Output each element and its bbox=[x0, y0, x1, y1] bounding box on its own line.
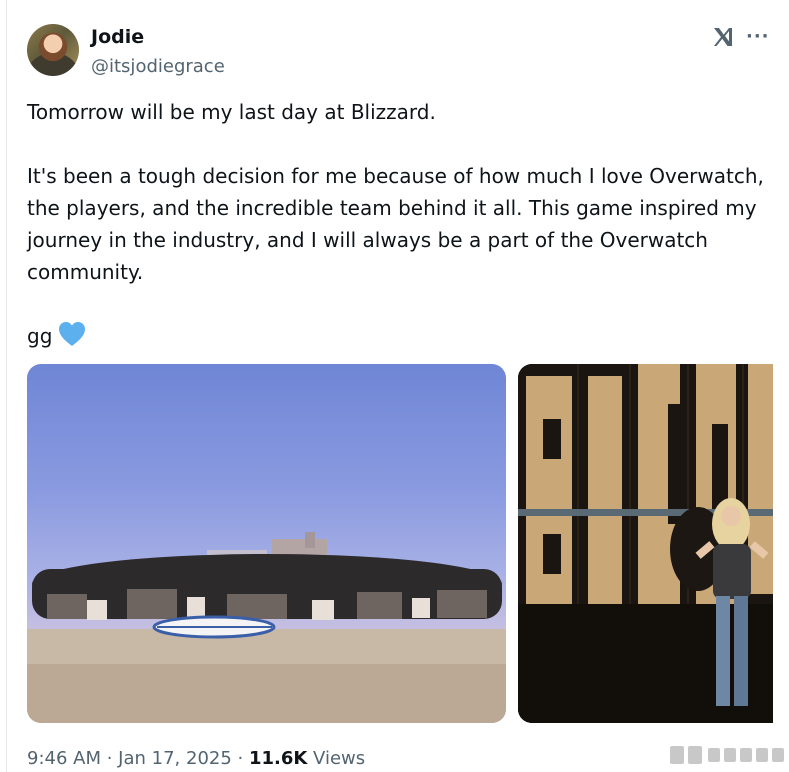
avatar[interactable] bbox=[27, 24, 79, 76]
blue-heart-icon bbox=[59, 322, 86, 346]
more-options-icon[interactable]: ··· bbox=[746, 27, 770, 47]
gg-text: gg bbox=[27, 324, 53, 348]
user-info: Jodie @itsjodiegrace bbox=[91, 25, 225, 79]
team-group-photo[interactable] bbox=[27, 364, 506, 723]
tweet-paragraph-2: It's been a tough decision for me becaus… bbox=[27, 164, 764, 284]
sign-wall-photo-art bbox=[518, 364, 773, 723]
beach-group-photo-art bbox=[27, 532, 506, 723]
x-logo-icon[interactable] bbox=[711, 25, 735, 49]
tweet-time[interactable]: 9:46 AM bbox=[27, 748, 101, 769]
watermark-icon bbox=[670, 746, 784, 764]
user-handle[interactable]: @itsjodiegrace bbox=[91, 55, 225, 79]
tweet-text: Tomorrow will be my last day at Blizzard… bbox=[27, 96, 767, 352]
meta-separator: · bbox=[231, 748, 249, 769]
tweet-line-1: Tomorrow will be my last day at Blizzard… bbox=[27, 100, 436, 124]
tweet-meta: 9:46 AM · Jan 17, 2025 · 11.6K Views bbox=[27, 746, 365, 772]
tweet-line-3: gg bbox=[27, 320, 767, 352]
meta-separator: · bbox=[101, 748, 119, 769]
display-name[interactable]: Jodie bbox=[91, 25, 225, 49]
tweet-date[interactable]: Jan 17, 2025 bbox=[118, 748, 232, 769]
blizzard-sign-photo[interactable] bbox=[518, 364, 773, 723]
views-count: 11.6K bbox=[248, 748, 308, 769]
left-border bbox=[6, 0, 7, 772]
views-label: Views bbox=[307, 748, 366, 769]
